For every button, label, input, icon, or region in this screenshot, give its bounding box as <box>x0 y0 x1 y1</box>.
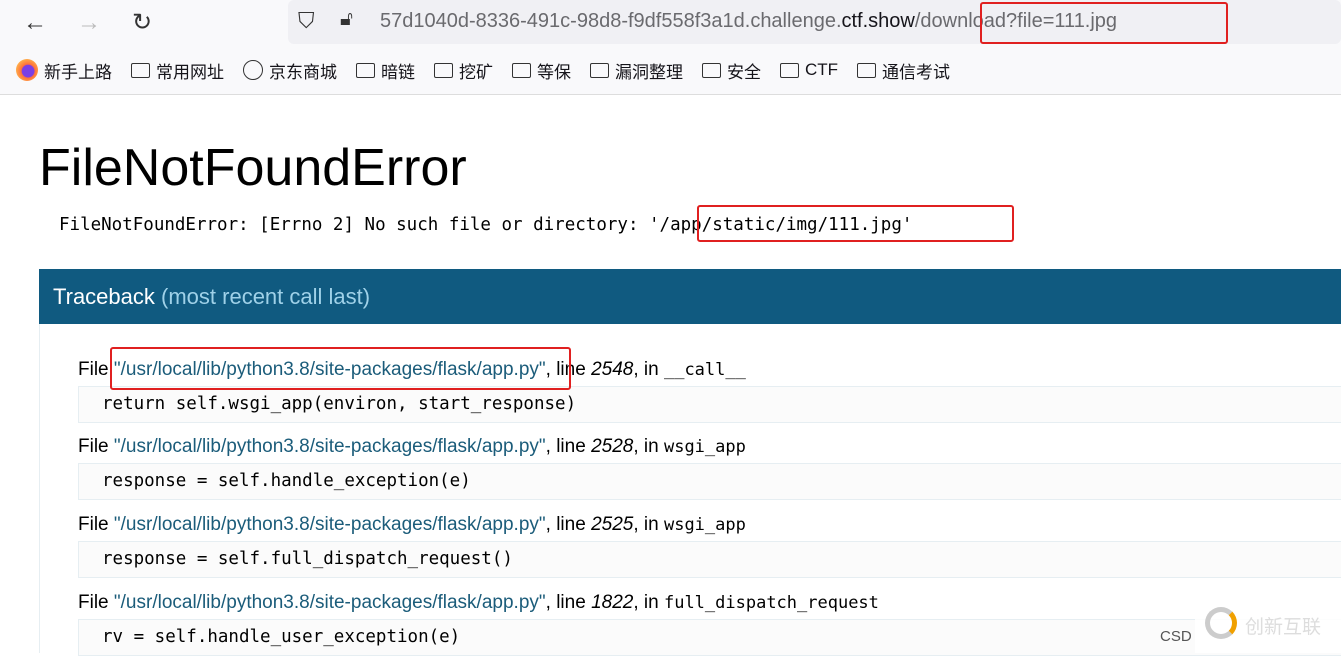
frame-code[interactable]: rv = self.handle_user_exception(e) <box>78 619 1341 656</box>
bookmark-label: 京东商城 <box>269 62 337 82</box>
folder-icon <box>512 62 531 78</box>
annotation-box <box>980 2 1228 44</box>
file-label: File <box>78 359 114 380</box>
line-label: , line <box>545 436 592 457</box>
in-label: , in <box>633 514 664 535</box>
watermark: 创新互联 <box>1195 592 1341 653</box>
folder-icon <box>702 62 721 78</box>
bookmark-label: 通信考试 <box>882 62 951 82</box>
shield-icon[interactable]: ⛉ <box>298 8 315 34</box>
bookmark-item[interactable]: 新手上路 <box>16 58 112 83</box>
frame-code[interactable]: return self.wsgi_app(environ, start_resp… <box>78 386 1341 423</box>
bookmarks-bar: 新手上路 常用网址 京东商城 暗链 挖矿 等保 漏洞整理 安全 CTF 通信考试 <box>0 46 1341 95</box>
folder-icon <box>434 62 453 78</box>
file-label: File <box>78 514 114 535</box>
bookmark-item[interactable]: CTF <box>780 60 838 80</box>
function-name: wsgi_app <box>663 515 746 535</box>
bookmark-label: 常用网址 <box>156 62 224 82</box>
bookmark-label: 等保 <box>537 62 571 82</box>
bookmark-item[interactable]: 常用网址 <box>131 58 224 83</box>
frame-location: File "/usr/local/lib/python3.8/site-pack… <box>78 514 746 536</box>
globe-icon <box>243 60 263 80</box>
watermark-csd: CSD <box>1160 628 1192 645</box>
file-path[interactable]: "/usr/local/lib/python3.8/site-packages/… <box>114 436 546 457</box>
bookmark-item[interactable]: 通信考试 <box>857 58 950 83</box>
frame-location: File "/usr/local/lib/python3.8/site-pack… <box>78 436 746 458</box>
bookmark-item[interactable]: 漏洞整理 <box>590 58 683 83</box>
back-button[interactable]: ← <box>20 8 50 38</box>
watermark-logo-icon <box>1205 607 1237 639</box>
file-label: File <box>78 436 114 457</box>
function-name: __call__ <box>663 360 746 380</box>
folder-icon <box>131 62 150 78</box>
bookmark-label: 安全 <box>727 62 761 82</box>
bookmark-label: 暗链 <box>381 62 415 82</box>
reload-button[interactable]: ↻ <box>127 8 157 38</box>
function-name: full_dispatch_request <box>663 593 879 613</box>
file-path[interactable]: "/usr/local/lib/python3.8/site-packages/… <box>114 514 546 535</box>
folder-icon <box>590 62 609 78</box>
firefox-icon <box>16 59 38 81</box>
traceback-header: Traceback (most recent call last) <box>39 269 1341 324</box>
error-title: FileNotFoundError <box>39 139 467 197</box>
bookmark-label: 新手上路 <box>44 62 112 82</box>
line-label: , line <box>545 514 592 535</box>
annotation-box <box>110 347 571 390</box>
line-number: 2528 <box>591 436 634 457</box>
in-label: , in <box>633 436 664 457</box>
folder-icon <box>356 62 375 78</box>
frame-code[interactable]: response = self.handle_exception(e) <box>78 463 1341 500</box>
file-path[interactable]: "/usr/local/lib/python3.8/site-packages/… <box>114 592 546 613</box>
forward-button[interactable]: → <box>74 8 104 38</box>
line-label: , line <box>545 592 592 613</box>
insecure-lock-icon[interactable]: 🔓︎ <box>340 8 353 31</box>
folder-icon <box>857 62 877 78</box>
bookmark-item[interactable]: 京东商城 <box>243 58 337 83</box>
bookmark-label: 漏洞整理 <box>615 62 683 82</box>
in-label: , in <box>633 592 664 613</box>
bookmark-item[interactable]: 等保 <box>512 58 571 83</box>
folder-icon <box>780 62 799 78</box>
bookmark-item[interactable]: 挖矿 <box>434 58 493 83</box>
frame-location: File "/usr/local/lib/python3.8/site-pack… <box>78 592 879 614</box>
in-label: , in <box>633 359 664 380</box>
frame-code[interactable]: response = self.full_dispatch_request() <box>78 541 1341 578</box>
bookmark-label: 挖矿 <box>459 62 493 82</box>
line-number: 2525 <box>591 514 634 535</box>
function-name: wsgi_app <box>663 437 746 457</box>
bookmark-item[interactable]: 安全 <box>702 58 761 83</box>
line-number: 2548 <box>591 359 634 380</box>
bookmark-item[interactable]: 暗链 <box>356 58 415 83</box>
annotation-box <box>697 205 1014 242</box>
file-label: File <box>78 592 114 613</box>
bookmark-label: CTF <box>805 60 839 79</box>
line-number: 1822 <box>591 592 634 613</box>
